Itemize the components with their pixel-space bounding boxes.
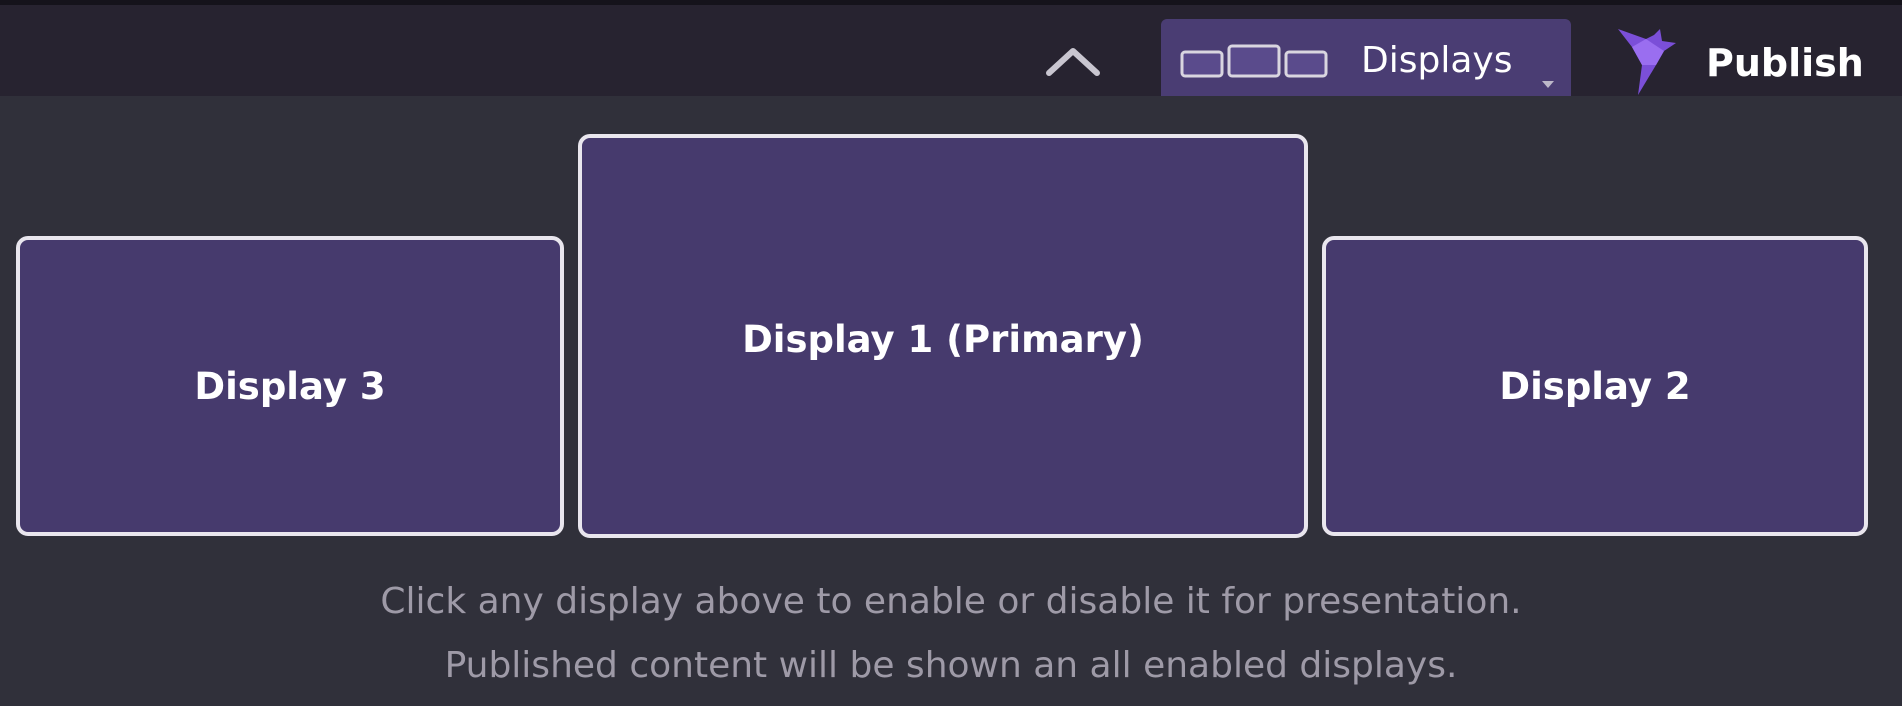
display-2-tile[interactable]: Display 2 bbox=[1322, 236, 1868, 536]
publish-button[interactable]: Publish bbox=[1616, 23, 1896, 99]
hint-text-line-2: Published content will be shown an all e… bbox=[444, 645, 1458, 686]
bird-logo-icon bbox=[1616, 25, 1686, 97]
display-3-tile[interactable]: Display 3 bbox=[16, 236, 564, 536]
displays-button[interactable]: Displays bbox=[1161, 19, 1571, 103]
displays-button-label: Displays bbox=[1361, 40, 1513, 81]
display-label: Display 3 bbox=[194, 364, 386, 408]
monitors-icon bbox=[1179, 44, 1329, 78]
display-label: Display 2 bbox=[1499, 364, 1691, 408]
displays-panel: Display 3 Display 1 (Primary) Display 2 … bbox=[0, 96, 1902, 706]
publish-label: Publish bbox=[1706, 41, 1864, 85]
caret-down-icon bbox=[1542, 74, 1554, 88]
chevron-up-icon[interactable] bbox=[1045, 43, 1101, 77]
top-bar: Displays Publish bbox=[0, 0, 1902, 103]
display-1-primary-tile[interactable]: Display 1 (Primary) bbox=[578, 134, 1308, 538]
display-label: Display 1 (Primary) bbox=[742, 318, 1144, 361]
hint-text-line-1: Click any display above to enable or dis… bbox=[380, 581, 1522, 622]
